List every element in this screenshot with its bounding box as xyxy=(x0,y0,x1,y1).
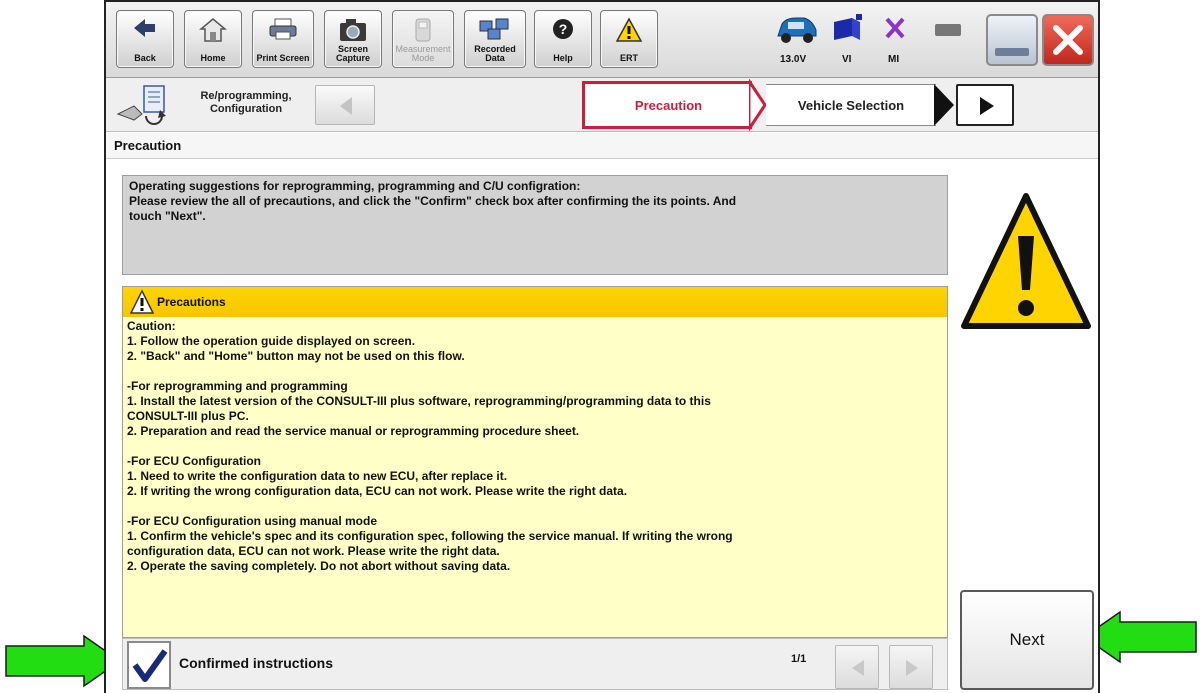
precaution-line: -For reprogramming and programming xyxy=(127,379,348,393)
precaution-line: Caution: xyxy=(127,319,176,333)
step-precaution-arrow-icon xyxy=(749,79,767,131)
precaution-paragraph: -For ECU Configuration using manual mode… xyxy=(127,514,943,574)
back-arrow-icon xyxy=(134,19,155,37)
ert-button[interactable]: ERT xyxy=(600,10,658,68)
mi-label: MI xyxy=(888,54,900,65)
intro-line: Please review the all of precautions, an… xyxy=(129,194,737,208)
minimize-button[interactable] xyxy=(986,14,1038,66)
intro-box: Operating suggestions for reprogramming,… xyxy=(122,175,948,275)
page-next-button[interactable] xyxy=(889,645,933,689)
vi-status-icon xyxy=(834,14,862,40)
mi-status-icon xyxy=(885,17,905,39)
breadcrumb-back-button[interactable] xyxy=(315,85,375,125)
minimize-icon xyxy=(995,48,1029,56)
help-label: Help xyxy=(553,53,573,63)
back-label: Back xyxy=(134,53,156,63)
precaution-line: 1. Install the latest version of the CON… xyxy=(127,394,711,408)
precaution-line: 2. Operate the saving completely. Do not… xyxy=(127,559,511,573)
precaution-paragraph: Caution: 1. Follow the operation guide d… xyxy=(127,319,943,364)
intro-line: touch "Next". xyxy=(129,209,206,223)
svg-text:?: ? xyxy=(559,21,568,37)
confirm-checkbox[interactable] xyxy=(127,641,171,689)
toolbar: Back Home Print Screen Screen Capture Me… xyxy=(106,2,1098,78)
step-vehicle-arrow-icon xyxy=(934,84,954,126)
precaution-line: 2. "Back" and "Home" button may not be u… xyxy=(127,349,465,363)
precaution-line: configuration data, ECU can not work. Pl… xyxy=(127,544,500,558)
measurement-icon xyxy=(415,18,431,42)
triangle-right-icon xyxy=(906,660,918,676)
precaution-line: 1. Confirm the vehicle's spec and its co… xyxy=(127,529,733,543)
precaution-line: 1. Follow the operation guide displayed … xyxy=(127,334,416,348)
next-button[interactable]: Next xyxy=(960,590,1094,690)
precaution-line: 2. If writing the wrong configuration da… xyxy=(127,484,628,498)
help-icon: ? xyxy=(553,19,573,39)
precaution-paragraph: -For ECU Configuration 1. Need to write … xyxy=(127,454,943,499)
reprogramming-icon xyxy=(116,85,166,125)
precautions-panel: Precautions Caution: 1. Follow the opera… xyxy=(122,286,948,638)
page-title: Precaution xyxy=(106,133,1098,159)
precautions-header: Precautions xyxy=(123,287,947,317)
precaution-paragraph: -For reprogramming and programming 1. In… xyxy=(127,379,943,439)
warning-icon xyxy=(129,289,155,314)
help-button[interactable]: ? Help xyxy=(534,10,592,68)
triangle-right-icon xyxy=(980,97,994,115)
print-screen-label: Print Screen xyxy=(256,53,310,63)
precautions-body: Caution: 1. Follow the operation guide d… xyxy=(127,319,943,633)
intro-line: Operating suggestions for reprogramming,… xyxy=(129,179,581,193)
confirm-row: Confirmed instructions 1/1 xyxy=(122,638,948,690)
precaution-line: CONSULT-III plus PC. xyxy=(127,409,249,423)
home-icon xyxy=(199,18,227,42)
warning-large-icon xyxy=(961,193,1091,329)
triangle-left-icon xyxy=(340,97,352,115)
page-prev-button[interactable] xyxy=(835,645,879,689)
print-screen-button[interactable]: Print Screen xyxy=(252,10,314,68)
screen-capture-button[interactable]: Screen Capture xyxy=(324,10,382,68)
close-icon xyxy=(1053,25,1083,55)
battery-icon xyxy=(935,24,961,36)
back-button[interactable]: Back xyxy=(116,10,174,68)
recorded-data-icon xyxy=(479,18,509,40)
precaution-line: -For ECU Configuration xyxy=(127,454,261,468)
step-precaution[interactable]: Precaution xyxy=(582,81,752,129)
close-button[interactable] xyxy=(1042,14,1094,66)
screen-capture-label: Screen Capture xyxy=(335,44,370,63)
warning-icon xyxy=(615,17,643,42)
precaution-line: 2. Preparation and read the service manu… xyxy=(127,424,580,438)
page-indicator: 1/1 xyxy=(791,653,807,665)
ert-label: ERT xyxy=(620,53,638,63)
status-area: 13.0V VI MI xyxy=(777,10,986,70)
precaution-line: -For ECU Configuration using manual mode xyxy=(127,514,377,528)
recorded-data-label: Recorded Data xyxy=(474,44,516,63)
printer-icon xyxy=(269,18,297,40)
recorded-data-button[interactable]: Recorded Data xyxy=(464,10,526,68)
breadcrumb: Re/programming, Configuration Precaution… xyxy=(106,78,1098,132)
app-window: Back Home Print Screen Screen Capture Me… xyxy=(104,0,1100,693)
home-button[interactable]: Home xyxy=(184,10,242,68)
current-function-label: Re/programming, Configuration xyxy=(200,90,292,115)
step-vehicle-selection[interactable]: Vehicle Selection xyxy=(766,84,936,126)
breadcrumb-next-button[interactable] xyxy=(956,84,1014,126)
precaution-line: 1. Need to write the configuration data … xyxy=(127,469,508,483)
triangle-left-icon xyxy=(852,660,864,676)
camera-icon xyxy=(340,19,366,41)
vehicle-status-icon xyxy=(777,17,817,43)
precautions-header-label: Precautions xyxy=(157,295,226,309)
home-label: Home xyxy=(200,53,226,63)
measurement-mode-button[interactable]: Measurement Mode xyxy=(392,10,454,68)
vi-label: VI xyxy=(842,54,852,65)
checkmark-icon xyxy=(132,649,168,682)
confirm-label[interactable]: Confirmed instructions xyxy=(179,655,333,671)
voltage-readout: 13.0V xyxy=(780,54,807,65)
measurement-mode-label: Measurement Mode xyxy=(395,44,451,63)
